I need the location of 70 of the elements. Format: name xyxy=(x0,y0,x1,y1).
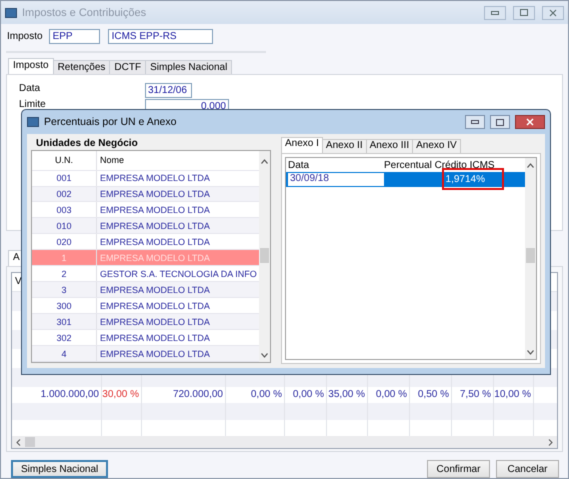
close-button[interactable] xyxy=(515,115,545,129)
scrollbar-thumb[interactable] xyxy=(25,437,35,448)
table-cell[interactable]: EMPRESA MODELO LTDA xyxy=(97,348,210,359)
minimize-button[interactable] xyxy=(465,115,485,129)
minimize-icon xyxy=(491,10,499,14)
column-header: U.N. xyxy=(32,151,97,170)
scroll-down-icon[interactable] xyxy=(527,350,534,354)
tab[interactable]: Anexo I xyxy=(281,137,323,153)
code-field[interactable]: EPP xyxy=(48,29,100,44)
table-cell[interactable]: 2 xyxy=(32,266,97,282)
table-cell[interactable]: EMPRESA MODELO LTDA xyxy=(97,220,210,231)
dialog-title: Percentuais por UN e Anexo xyxy=(44,116,178,128)
field-label: Data xyxy=(19,82,42,96)
scroll-right-icon[interactable] xyxy=(548,438,553,446)
table-cell[interactable]: EMPRESA MODELO LTDA xyxy=(97,316,210,327)
simples-nacional-button[interactable]: Simples Nacional xyxy=(11,460,108,478)
tab[interactable]: Retenções xyxy=(52,60,110,74)
scroll-left-icon[interactable] xyxy=(16,438,21,446)
column-header: Data xyxy=(287,160,310,170)
table-cell[interactable]: 4 xyxy=(32,346,97,362)
table-cell[interactable]: GESTOR S.A. TECNOLOGIA DA INFO xyxy=(97,268,257,279)
group-title: Unidades de Negócio xyxy=(35,138,139,150)
window-icon xyxy=(5,8,17,18)
scroll-down-icon[interactable] xyxy=(261,352,268,358)
table-cell[interactable]: 003 xyxy=(32,202,97,218)
scrollbar-thumb[interactable] xyxy=(526,248,535,263)
table-cell[interactable]: 3 xyxy=(32,282,97,298)
scrollbar-thumb[interactable] xyxy=(260,248,269,263)
table-cell[interactable]: 010 xyxy=(32,218,97,234)
table-cell[interactable]: EMPRESA MODELO LTDA xyxy=(97,300,210,311)
window-icon xyxy=(27,117,39,127)
table-cell[interactable]: 1,9714% xyxy=(386,174,525,185)
cancel-button[interactable]: Cancelar xyxy=(496,460,559,478)
close-icon xyxy=(526,118,534,126)
tab[interactable]: DCTF xyxy=(109,60,146,74)
table-cell[interactable]: EMPRESA MODELO LTDA xyxy=(97,236,210,247)
table-cell[interactable]: 020 xyxy=(32,234,97,250)
table-cell[interactable]: 301 xyxy=(32,314,97,330)
table-cell[interactable]: EMPRESA MODELO LTDA xyxy=(97,189,210,199)
column-header: V xyxy=(15,276,22,288)
minimize-button[interactable] xyxy=(484,6,506,20)
column-header: Nome xyxy=(99,155,124,166)
table-cell[interactable]: EMPRESA MODELO LTDA xyxy=(97,204,210,215)
table-cell[interactable]: 002 xyxy=(32,186,97,202)
table-cell[interactable]: EMPRESA MODELO LTDA xyxy=(97,173,210,184)
tab[interactable]: Imposto xyxy=(8,58,54,74)
table-cell[interactable]: 300 xyxy=(32,298,97,314)
close-icon xyxy=(549,8,557,16)
imposto-label: Imposto xyxy=(7,31,43,42)
date-input-field[interactable]: 30/09/18 xyxy=(286,173,384,186)
window-title: Impostos e Contribuições xyxy=(22,6,148,18)
scroll-up-icon[interactable] xyxy=(261,158,268,164)
maximize-button[interactable] xyxy=(490,115,510,129)
table-cell[interactable]: 001 xyxy=(32,170,97,186)
maximize-icon xyxy=(496,118,504,126)
maximize-icon xyxy=(520,9,528,16)
table-cell[interactable]: EMPRESA MODELO LTDA xyxy=(97,284,210,295)
tab[interactable]: Simples Nacional xyxy=(145,60,232,74)
close-button[interactable] xyxy=(542,6,564,20)
tab[interactable]: Anexo IV xyxy=(412,139,461,153)
scroll-up-icon[interactable] xyxy=(527,162,534,168)
table-cell[interactable]: EMPRESA MODELO LTDA xyxy=(97,332,210,343)
maximize-button[interactable] xyxy=(513,6,535,20)
field-label: Limite xyxy=(19,98,47,112)
column-header: Percentual Crédito ICMS xyxy=(384,160,496,170)
description-field[interactable]: ICMS EPP-RS xyxy=(108,29,213,44)
value-field[interactable]: 31/12/06 xyxy=(145,82,192,98)
minimize-icon xyxy=(471,120,479,124)
confirm-button[interactable]: Confirmar xyxy=(427,460,490,478)
table-cell[interactable]: 302 xyxy=(32,330,97,346)
